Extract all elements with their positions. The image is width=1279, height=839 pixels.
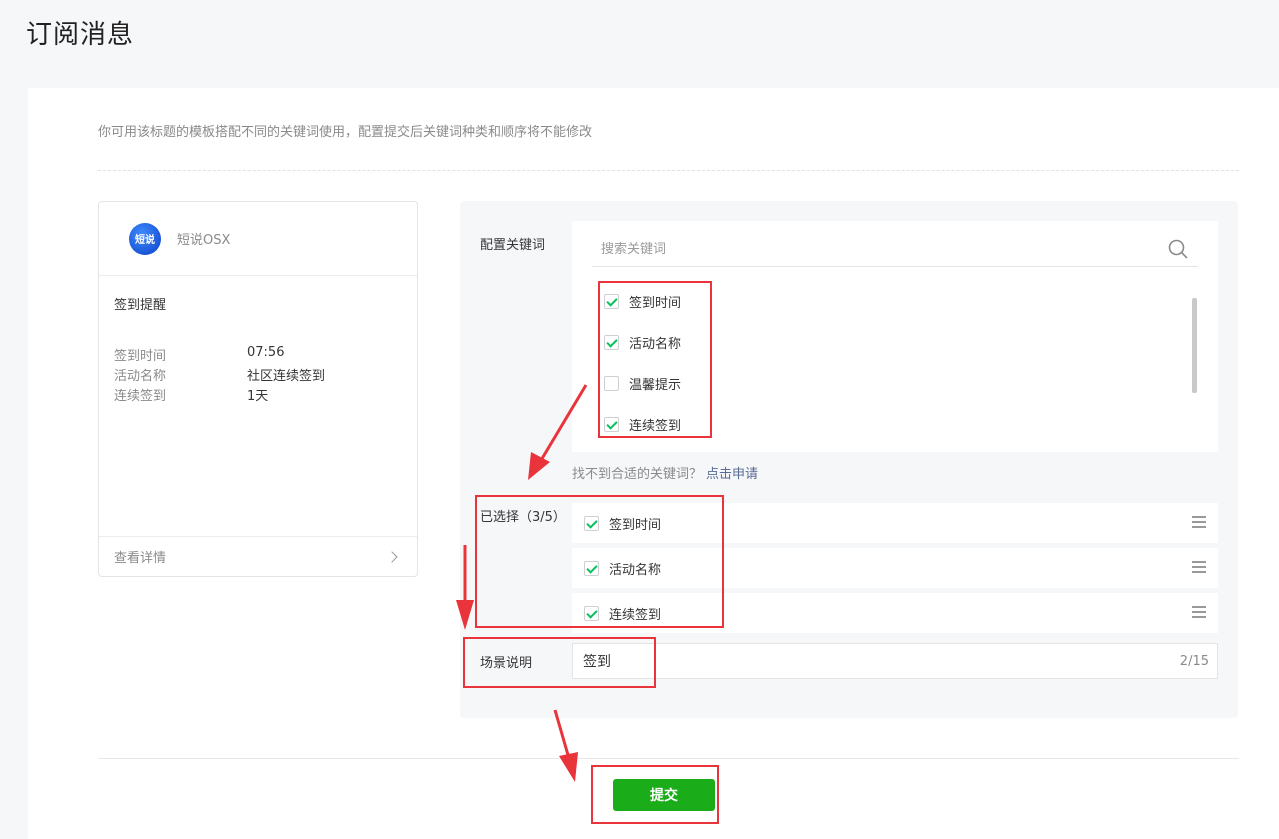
footer-divider <box>98 758 1239 759</box>
keyword-hint: 找不到合适的关键词？ 点击申请 <box>572 463 758 482</box>
chevron-right-icon <box>386 550 398 563</box>
dashed-divider <box>98 170 1239 171</box>
search-bar <box>592 233 1198 267</box>
tip-text: 你可用该标题的模板搭配不同的关键词使用，配置提交后关键词种类和顺序将不能修改 <box>98 125 593 140</box>
scene-input[interactable]: 签到 2/15 <box>572 643 1218 679</box>
view-details-link[interactable]: 查看详情 <box>99 536 417 576</box>
preview-row-label: 签到时间 <box>114 349 167 364</box>
preview-message-title: 签到提醒 <box>114 298 167 313</box>
preview-header: 短说 短说OSX <box>99 202 417 276</box>
annotation-box-scene <box>463 637 656 688</box>
annotation-box-submit <box>591 765 719 824</box>
preview-row-label: 活动名称 <box>114 369 167 384</box>
view-details-label: 查看详情 <box>114 551 167 566</box>
drag-handle-icon[interactable] <box>1192 516 1206 528</box>
preview-row: 活动名称 社区连续签到 <box>114 365 414 384</box>
apply-keyword-link[interactable]: 点击申请 <box>706 467 758 482</box>
message-preview-card: 短说 短说OSX 签到提醒 签到时间 07:56 活动名称 社区连续签到 连续签… <box>98 201 418 577</box>
page-title: 订阅消息 <box>26 20 135 50</box>
main-card: 你可用该标题的模板搭配不同的关键词使用，配置提交后关键词种类和顺序将不能修改 短… <box>28 88 1279 839</box>
search-input[interactable] <box>592 242 1152 257</box>
scene-char-counter: 2/15 <box>1179 653 1209 669</box>
preview-row: 连续签到 1天 <box>114 385 414 404</box>
annotation-box-selected <box>475 495 724 628</box>
keywords-label: 配置关键词 <box>480 238 546 253</box>
scrollbar-thumb[interactable] <box>1192 298 1197 393</box>
preview-row: 签到时间 07:56 <box>114 345 414 364</box>
avatar: 短说 <box>129 222 161 255</box>
preview-row-label: 连续签到 <box>114 389 167 404</box>
search-icon[interactable] <box>1168 239 1188 259</box>
hint-text: 找不到合适的关键词？ <box>572 467 703 482</box>
drag-handle-icon[interactable] <box>1192 561 1206 573</box>
preview-row-value: 07:56 <box>247 345 285 360</box>
app-name: 短说OSX <box>177 233 231 248</box>
preview-row-value: 社区连续签到 <box>247 369 326 384</box>
drag-handle-icon[interactable] <box>1192 606 1206 618</box>
preview-row-value: 1天 <box>247 389 269 404</box>
annotation-box-keywords <box>598 281 712 438</box>
